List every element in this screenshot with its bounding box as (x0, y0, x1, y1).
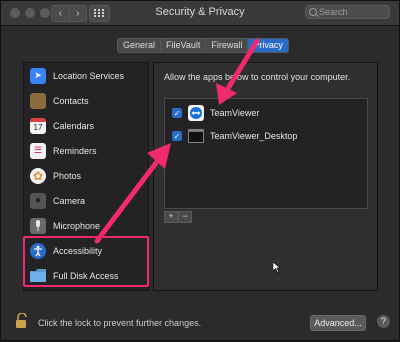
sidebar-item-contacts[interactable]: Contacts (24, 88, 148, 113)
title-bar: ‹ › Security & Privacy Search (1, 1, 399, 26)
tab-filevault[interactable]: FileVault (161, 39, 207, 52)
sidebar-item-camera[interactable]: ● Camera (24, 188, 148, 213)
teamviewer-checkbox[interactable]: ✓ (172, 108, 182, 118)
add-app-button[interactable]: + (164, 211, 178, 223)
search-icon (309, 8, 317, 16)
photos-flower-icon: ✿ (30, 167, 46, 184)
help-button[interactable]: ? (377, 315, 390, 328)
app-name: TeamViewer_Desktop (210, 131, 298, 141)
microphone-icon (30, 217, 46, 234)
teamviewer-desktop-checkbox[interactable]: ✓ (172, 131, 182, 141)
sidebar-item-location-services[interactable]: ➤ Location Services (24, 63, 148, 88)
sidebar-item-label: Photos (53, 170, 82, 181)
tab-general[interactable]: General (118, 39, 162, 52)
calendar-icon: 17 (30, 117, 46, 134)
sidebar-item-label: Reminders (53, 145, 97, 156)
allowed-apps-list[interactable]: ✓ TeamViewer ✓ TeamViewer_Desktop (164, 98, 368, 209)
list-item-teamviewer-desktop[interactable]: ✓ TeamViewer_Desktop (165, 125, 367, 147)
camera-icon: ● (30, 192, 46, 209)
annotation-highlight-box (23, 236, 149, 287)
tab-firewall[interactable]: Firewall (206, 39, 249, 52)
sidebar-item-label: Microphone (53, 220, 101, 231)
list-item-teamviewer[interactable]: ✓ TeamViewer (165, 102, 367, 124)
sidebar-item-reminders[interactable]: ☰ Reminders (24, 138, 148, 163)
accessibility-panel: Allow the apps below to control your com… (153, 62, 378, 291)
panel-description: Allow the apps below to control your com… (164, 72, 351, 82)
add-remove-buttons: + − (164, 211, 192, 223)
sidebar-item-microphone[interactable]: Microphone (24, 213, 148, 238)
sidebar-item-label: Contacts (53, 95, 89, 106)
search-placeholder: Search (319, 7, 348, 17)
tab-bar: General FileVault Firewall Privacy (117, 38, 289, 53)
remove-app-button[interactable]: − (178, 211, 192, 223)
tab-privacy[interactable]: Privacy (248, 39, 288, 52)
advanced-button[interactable]: Advanced... (310, 315, 366, 331)
location-arrow-icon: ➤ (30, 67, 46, 84)
terminal-app-icon (188, 128, 204, 144)
lock-instruction-text: Click the lock to prevent further change… (38, 318, 202, 328)
preferences-window: ‹ › Security & Privacy Search General Fi… (0, 0, 400, 341)
reminders-list-icon: ☰ (30, 142, 46, 159)
lock-icon[interactable] (15, 312, 29, 329)
sidebar-item-label: Camera (53, 195, 86, 206)
teamviewer-icon (188, 105, 204, 121)
app-name: TeamViewer (210, 108, 260, 118)
sidebar-item-photos[interactable]: ✿ Photos (24, 163, 148, 188)
sidebar-item-label: Location Services (53, 70, 125, 81)
sidebar-item-label: Calendars (53, 120, 95, 131)
mouse-pointer-icon (272, 261, 281, 276)
sidebar-item-calendars[interactable]: 17 Calendars (24, 113, 148, 138)
search-input[interactable]: Search (305, 5, 390, 19)
contacts-book-icon (30, 92, 46, 109)
